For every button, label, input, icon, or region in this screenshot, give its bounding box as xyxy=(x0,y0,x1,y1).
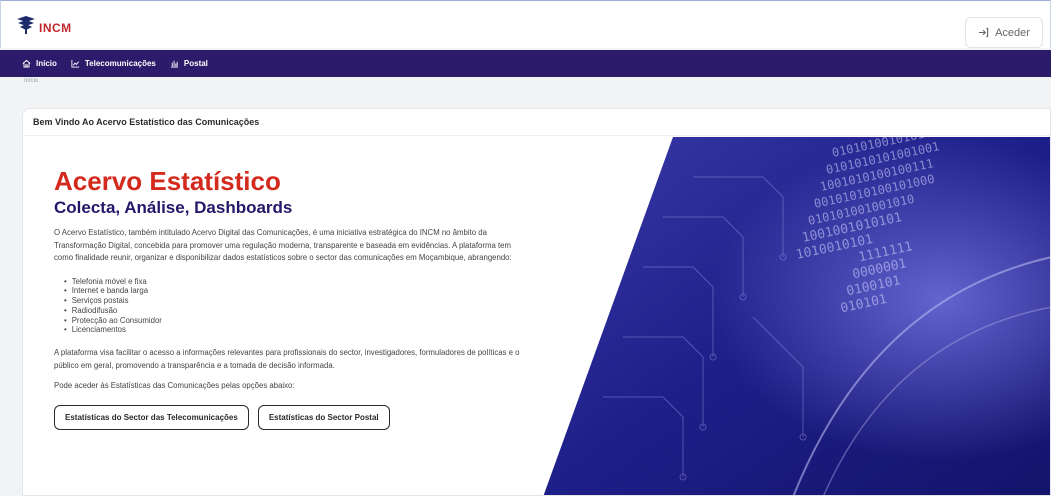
digital-data-hero-image: 0101010010101000101010101001001100101010… xyxy=(543,137,1050,495)
nav-item-inicio[interactable]: Início xyxy=(22,59,57,68)
home-icon xyxy=(22,59,31,68)
nav-label: Início xyxy=(36,59,57,68)
telecom-stats-button[interactable]: Estatísticas do Sector das Telecomunicaç… xyxy=(54,405,249,431)
list-item: Protecção ao Consumidor xyxy=(64,316,524,326)
card-header: Bem Vindo Ao Acervo Estatístico das Comu… xyxy=(23,109,1050,136)
main-nav: Início Telecomunicações Postal xyxy=(0,50,1051,77)
intro-paragraph: O Acervo Estatístico, também intitulado … xyxy=(54,228,512,262)
access-paragraph: Pode aceder às Estatísticas das Comunica… xyxy=(54,381,295,391)
nav-item-postal[interactable]: Postal xyxy=(170,59,208,68)
login-arrow-icon xyxy=(978,27,989,38)
logo-text: INCM xyxy=(39,21,72,35)
incm-emblem-icon xyxy=(17,16,35,34)
hero-subtitle: Colecta, Análise, Dashboards xyxy=(54,198,293,217)
login-label: Aceder xyxy=(995,26,1030,39)
list-item: Telefonia móvel e fixa xyxy=(64,277,524,287)
hero-title: Acervo Estatístico xyxy=(54,166,281,196)
incm-logo[interactable]: INCM xyxy=(15,11,75,37)
purpose-paragraph: A plataforma visa facilitar o acesso a i… xyxy=(54,348,520,370)
line-chart-icon xyxy=(71,59,79,68)
list-item: Serviços postais xyxy=(64,296,524,306)
top-header: INCM Aceder xyxy=(0,0,1051,48)
nav-label: Telecomunicações xyxy=(84,59,156,68)
login-button[interactable]: Aceder xyxy=(965,17,1043,48)
welcome-card: Bem Vindo Ao Acervo Estatístico das Comu… xyxy=(22,108,1051,496)
bar-chart-icon xyxy=(170,60,178,68)
nav-item-telecomunicacoes[interactable]: Telecomunicações xyxy=(71,59,156,68)
list-item: Licenciamentos xyxy=(64,325,524,335)
stats-buttons: Estatísticas do Sector das Telecomunicaç… xyxy=(54,405,524,431)
postal-stats-button[interactable]: Estatísticas do Sector Postal xyxy=(257,405,390,431)
breadcrumb[interactable]: Início xyxy=(24,78,38,84)
nav-label: Postal xyxy=(183,59,208,68)
list-item: Radiodifusão xyxy=(64,306,524,316)
topics-list: Telefonia móvel e fixa Internet e banda … xyxy=(54,277,524,336)
hero-content: Acervo Estatístico Colecta, Análise, Das… xyxy=(54,166,524,431)
list-item: Internet e banda larga xyxy=(64,286,524,296)
